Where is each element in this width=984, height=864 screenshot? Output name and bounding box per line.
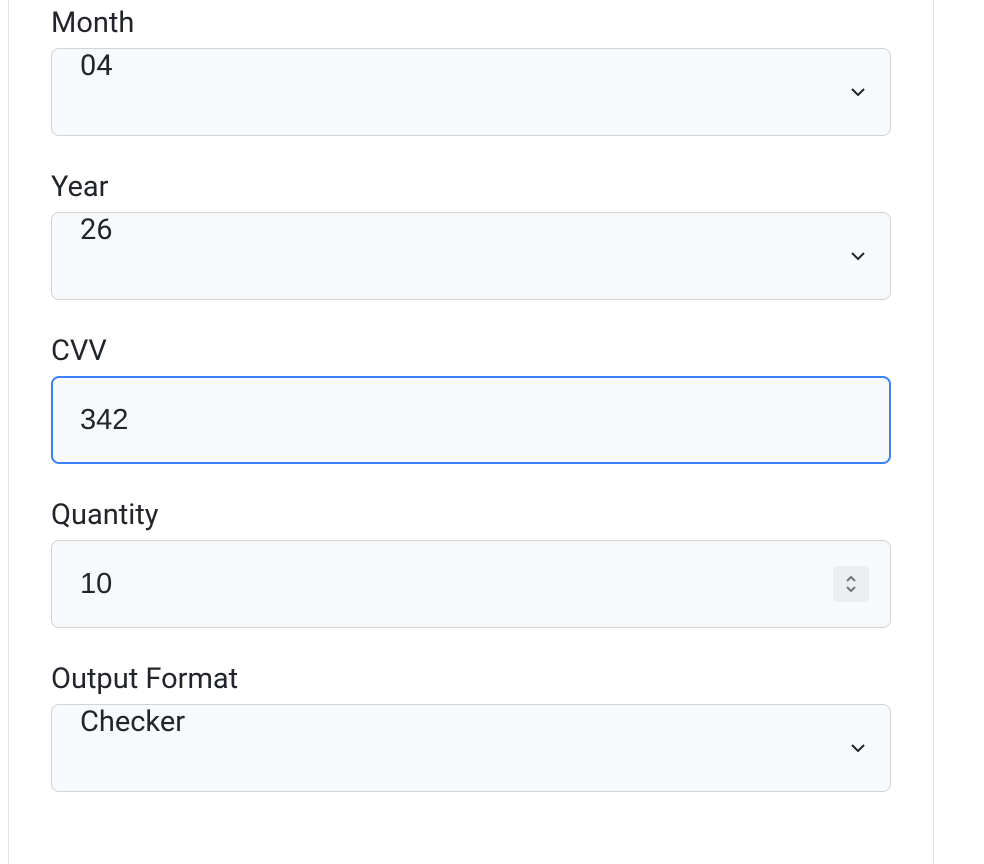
- quantity-input-wrapper: [51, 540, 891, 628]
- quantity-group: Quantity: [51, 498, 891, 628]
- chevron-down-icon: [845, 585, 857, 593]
- year-group: Year 26: [51, 170, 891, 300]
- month-group: Month 04: [51, 6, 891, 136]
- form-panel: Month 04 Year 26 CVV Quantity: [8, 0, 934, 864]
- output-format-group: Output Format Checker: [51, 662, 891, 792]
- quantity-stepper[interactable]: [833, 566, 869, 602]
- month-select[interactable]: 04: [51, 48, 891, 136]
- cvv-label: CVV: [51, 334, 891, 368]
- output-format-select-wrapper: Checker: [51, 704, 891, 792]
- output-format-select[interactable]: Checker: [51, 704, 891, 792]
- cvv-input[interactable]: [51, 376, 891, 464]
- year-select[interactable]: 26: [51, 212, 891, 300]
- month-label: Month: [51, 6, 891, 40]
- year-label: Year: [51, 170, 891, 204]
- quantity-label: Quantity: [51, 498, 891, 532]
- month-select-wrapper: 04: [51, 48, 891, 136]
- quantity-input[interactable]: [51, 540, 891, 628]
- output-format-label: Output Format: [51, 662, 891, 696]
- year-select-wrapper: 26: [51, 212, 891, 300]
- cvv-group: CVV: [51, 334, 891, 464]
- chevron-up-icon: [845, 575, 857, 583]
